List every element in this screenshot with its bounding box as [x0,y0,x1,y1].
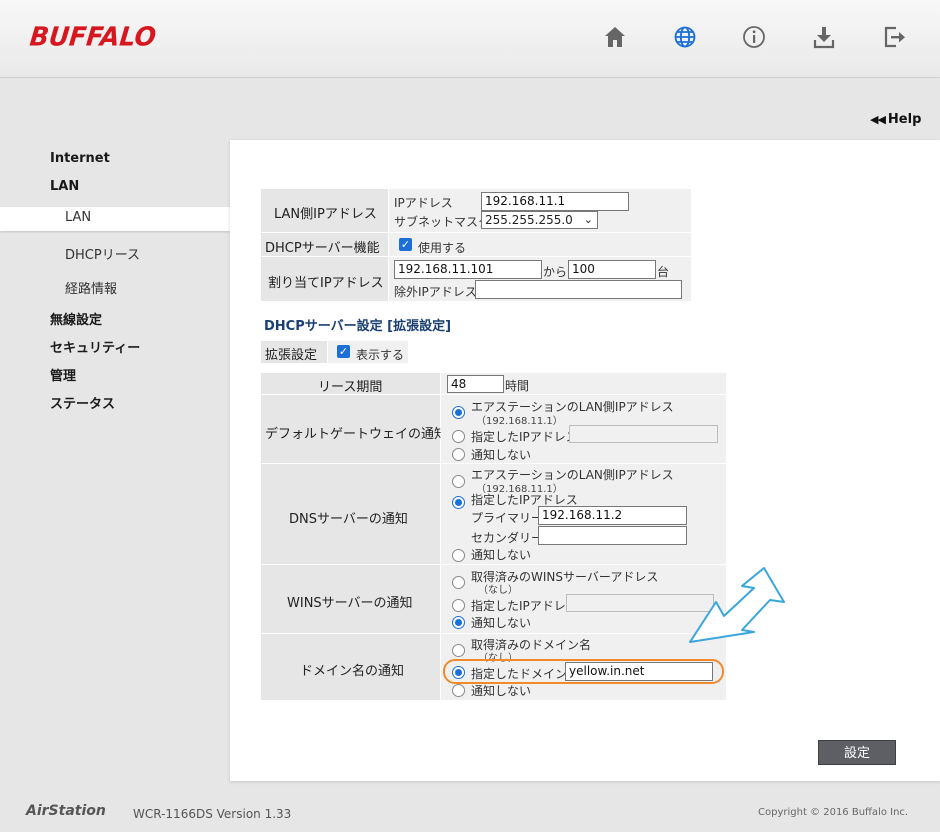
assign-ip-label: 割り当てIPアドレス [268,276,384,291]
brand-logo: BUFFALO [28,21,158,52]
airstation-logo: AirStation [26,803,106,819]
sidebar-item-internet[interactable]: Internet [50,151,110,166]
wins-option-specified: 指定したIPアドレス [471,599,578,613]
domain-radio-specified[interactable] [452,666,465,679]
ip-address-label: IPアドレス [394,196,453,210]
dns-label: DNSサーバーの通知 [289,512,408,527]
dns-option-none: 通知しない [471,548,532,562]
primary-dns-label: プライマリー [471,511,544,525]
annotation-arrow-icon [689,567,785,643]
sidebar-item-security[interactable]: セキュリティー [50,337,140,356]
wins-radio-none[interactable] [452,616,465,629]
domain-radio-acquired[interactable] [452,644,465,657]
lan-ip-input[interactable]: 192.168.11.1 [481,192,629,211]
unit-label: 台 [657,265,670,279]
wins-option-acquired-sub: （なし） [478,585,518,596]
sidebar-active-highlight [0,207,230,231]
lan-ip-label: LAN側IPアドレス [274,207,377,222]
sidebar-item-lan[interactable]: LAN [50,179,79,194]
wins-radio-specified[interactable] [452,599,465,612]
dns-radio-lan-ip[interactable] [452,475,465,488]
gateway-radio-none[interactable] [452,448,465,461]
submit-settings-button[interactable]: 設定 [818,740,896,765]
top-header: BUFFALO [0,0,940,78]
home-icon[interactable] [602,24,628,50]
dhcp-server-label: DHCPサーバー機能 [265,241,380,256]
dhcp-section-title: DHCPサーバー設定 [拡張設定] [264,319,452,334]
show-ext-label: 表示する [356,348,405,362]
gateway-radio-specified[interactable] [452,430,465,443]
domain-name-input[interactable]: yellow.in.net [565,662,713,681]
domain-option-none: 通知しない [471,684,532,698]
gateway-label: デフォルトゲートウェイの通知 [265,427,448,442]
gateway-radio-lan-ip[interactable] [452,406,465,419]
sidebar-subitem-lan[interactable]: LAN [65,210,91,225]
exclude-ip-input[interactable] [475,280,682,299]
subnet-mask-select[interactable]: 255.255.255.0 ⌄ [481,211,598,229]
assign-start-input[interactable]: 192.168.11.101 [394,260,542,279]
subnet-mask-value: 255.255.255.0 [485,213,573,227]
ext-setting-label: 拡張設定 [265,348,318,363]
download-icon[interactable] [811,24,837,50]
sidebar-item-wireless[interactable]: 無線設定 [50,309,102,328]
gateway-ip-input[interactable] [569,425,718,443]
chevron-down-icon: ⌄ [583,213,593,226]
gateway-option-none: 通知しない [471,448,532,462]
info-icon[interactable] [741,24,767,50]
help-link[interactable]: ◀◀ Help [870,112,921,127]
logout-icon[interactable] [881,24,907,50]
domain-radio-none[interactable] [452,684,465,697]
lease-period-input[interactable]: 48 [447,375,504,393]
show-ext-checkbox[interactable]: ✓ [337,345,350,358]
gateway-option-specified: 指定したIPアドレス [471,430,578,444]
dhcp-use-label: 使用する [418,241,467,255]
dns-radio-specified[interactable] [452,496,465,509]
gateway-option-lan-ip-sub: （192.168.11.1） [476,416,563,427]
primary-dns-input[interactable]: 192.168.11.2 [538,506,687,525]
wins-label: WINSサーバーの通知 [287,596,413,611]
dns-radio-none[interactable] [452,549,465,562]
assign-count-input[interactable]: 100 [568,260,656,279]
model-version: WCR-1166DS Version 1.33 [133,807,292,821]
domain-option-specified: 指定したドメイン名 [471,667,580,681]
sidebar-item-status[interactable]: ステータス [50,393,115,412]
globe-icon[interactable] [672,24,698,50]
sidebar-item-admin[interactable]: 管理 [50,365,76,384]
dhcp-use-checkbox[interactable]: ✓ [399,238,412,251]
subnet-mask-label: サブネットマスク [394,215,491,229]
secondary-dns-input[interactable] [538,526,687,545]
sidebar-subitem-route-info[interactable]: 経路情報 [65,278,117,297]
lease-period-label: リース期間 [318,380,383,395]
exclude-ip-label: 除外IPアドレス: [394,285,481,299]
from-label: から [543,265,568,279]
domain-label: ドメイン名の通知 [300,664,405,679]
wins-radio-acquired[interactable] [452,576,465,589]
help-label: Help [887,112,922,127]
secondary-dns-label: セカンダリー [471,531,544,545]
lease-unit-label: 時間 [505,379,530,393]
wins-option-none: 通知しない [471,616,532,630]
copyright: Copyright © 2016 Buffalo Inc. [758,807,909,818]
sidebar-subitem-dhcp-lease[interactable]: DHCPリース [65,244,140,263]
double-left-arrow-icon: ◀◀ [870,113,886,126]
